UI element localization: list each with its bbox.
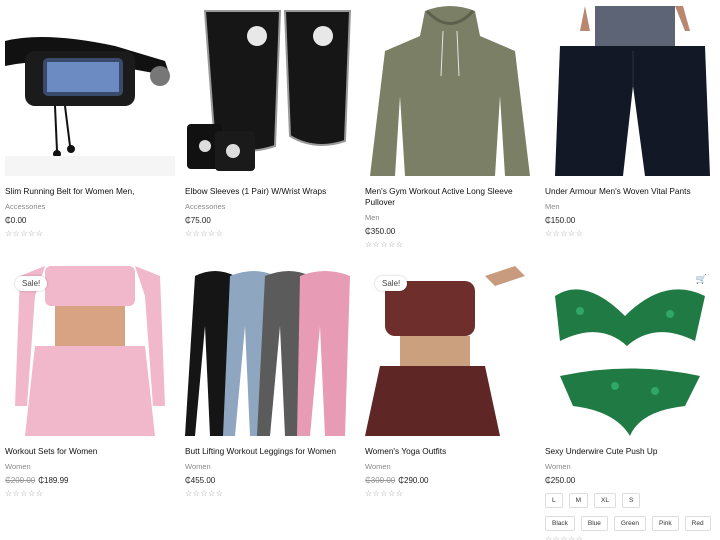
product-title[interactable]: Elbow Sleeves (1 Pair) W/Wrist Wraps [185,186,355,197]
product-price: ₵75.00 [185,216,355,225]
product-category[interactable]: Women [185,462,355,471]
product-card[interactable]: Sale! Women's Yoga Outfits Women ₵300.00… [365,266,535,498]
rating-stars-icon: ☆☆☆☆☆ [545,229,584,238]
product-price: ₵300.00 ₵290.00 [365,476,535,485]
current-price: ₵455.00 [185,476,216,485]
product-title[interactable]: Sexy Underwire Cute Push Up [545,446,715,457]
workout-set-image [5,266,175,436]
running-belt-image [5,6,175,176]
product-price: ₵0.00 [5,216,175,225]
product-category[interactable]: Women [545,462,715,471]
product-image[interactable]: 🛒 [545,266,715,436]
leggings-image [185,266,355,436]
yoga-outfit-image [365,266,535,436]
size-options: L M XL S [545,493,715,508]
product-image[interactable] [365,6,535,176]
current-price: ₵0.00 [5,216,27,225]
elbow-sleeves-image [185,6,355,176]
rating-stars-icon: ☆☆☆☆☆ [5,489,44,498]
size-option[interactable]: M [568,493,589,508]
current-price: ₵75.00 [185,216,211,225]
product-category[interactable]: Men [545,202,715,211]
color-option[interactable]: Green [613,516,646,531]
product-image[interactable] [185,266,355,436]
product-category[interactable]: Accessories [185,202,355,211]
old-price: ₵200.00 [5,476,36,485]
size-option[interactable]: S [622,493,641,508]
rating-stars-icon: ☆☆☆☆☆ [545,535,584,540]
current-price: ₵189.99 [38,476,69,485]
product-card[interactable]: Elbow Sleeves (1 Pair) W/Wrist Wraps Acc… [185,6,355,238]
color-options: Black Blue Green Pink Red [545,516,715,531]
product-price: ₵200.00 ₵189.99 [5,476,175,485]
color-option[interactable]: Red [684,516,711,531]
product-price: ₵250.00 [545,476,715,485]
rating-stars-icon: ☆☆☆☆☆ [365,489,404,498]
product-title[interactable]: Butt Lifting Workout Leggings for Women [185,446,355,457]
current-price: ₵250.00 [545,476,576,485]
cart-icon[interactable]: 🛒 [696,274,707,285]
product-title[interactable]: Workout Sets for Women [5,446,175,457]
product-card[interactable]: 🛒 Sexy Underwire Cute Push Up Women ₵250… [545,266,715,540]
product-price: ₵455.00 [185,476,355,485]
lingerie-image [545,266,715,436]
product-image[interactable]: Sale! [365,266,535,436]
size-option[interactable]: XL [594,493,616,508]
rating-stars-icon: ☆☆☆☆☆ [185,489,224,498]
sale-badge: Sale! [375,276,408,291]
product-title[interactable]: Slim Running Belt for Women Men, [5,186,175,197]
product-grid: Slim Running Belt for Women Men, Accesso… [0,0,720,540]
product-category[interactable]: Women [5,462,175,471]
rating-stars-icon: ☆☆☆☆☆ [365,240,404,249]
product-image[interactable]: Sale! [5,266,175,436]
current-price: ₵290.00 [398,476,429,485]
product-category[interactable]: Women [365,462,535,471]
product-image[interactable] [545,6,715,176]
pants-image [545,6,715,176]
product-title[interactable]: Under Armour Men's Woven Vital Pants [545,186,715,197]
product-card[interactable]: Sale! Workout Sets for Women Women ₵200.… [5,266,175,498]
product-card[interactable]: Men's Gym Workout Active Long Sleeve Pul… [365,6,535,249]
product-price: ₵150.00 [545,216,715,225]
color-option[interactable]: Pink [652,516,679,531]
current-price: ₵350.00 [365,227,396,236]
sale-badge: Sale! [15,276,48,291]
rating-stars-icon: ☆☆☆☆☆ [185,229,224,238]
product-category[interactable]: Accessories [5,202,175,211]
rating-stars-icon: ☆☆☆☆☆ [5,229,44,238]
size-option[interactable]: L [545,493,563,508]
product-title[interactable]: Men's Gym Workout Active Long Sleeve Pul… [365,186,535,208]
product-card[interactable]: Under Armour Men's Woven Vital Pants Men… [545,6,715,238]
product-title[interactable]: Women's Yoga Outfits [365,446,535,457]
product-price: ₵350.00 [365,227,535,236]
product-image[interactable] [5,6,175,176]
hoodie-image [365,6,535,176]
product-card[interactable]: Butt Lifting Workout Leggings for Women … [185,266,355,498]
product-category[interactable]: Men [365,213,535,222]
product-card[interactable]: Slim Running Belt for Women Men, Accesso… [5,6,175,238]
color-option[interactable]: Black [545,516,575,531]
color-option[interactable]: Blue [580,516,608,531]
product-image[interactable] [185,6,355,176]
current-price: ₵150.00 [545,216,576,225]
old-price: ₵300.00 [365,476,396,485]
